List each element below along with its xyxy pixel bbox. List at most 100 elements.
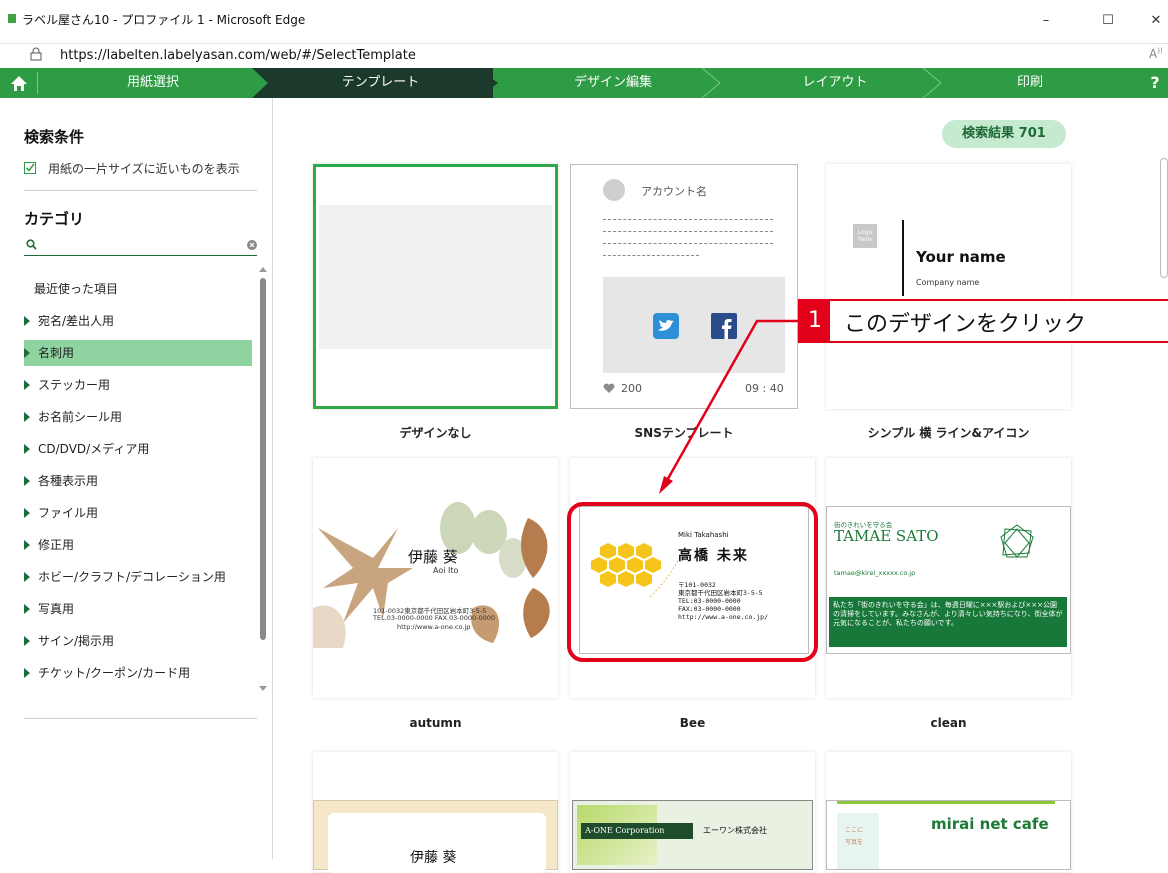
result-count-badge: 検索結果 701 (942, 120, 1066, 148)
address-bar[interactable]: https://labelten.labelyasan.com/web/#/Se… (0, 44, 1168, 68)
step-layout[interactable]: レイアウト (720, 68, 950, 98)
category-item[interactable]: 修正用 (24, 532, 252, 558)
lock-icon[interactable] (30, 47, 42, 61)
template-caption: autumn (409, 716, 462, 730)
read-aloud-icon[interactable]: A)) (1149, 47, 1163, 61)
window-title: ラベル屋さん10 - プロファイル 1 - Microsoft Edge (22, 13, 306, 27)
window-titlebar: ラベル屋さん10 - プロファイル 1 - Microsoft Edge – ☐… (0, 0, 1168, 44)
scrollbar-thumb[interactable] (260, 278, 266, 640)
card-name: Your name (916, 248, 1006, 266)
category-search-input[interactable] (24, 236, 257, 256)
scroll-down-icon[interactable] (259, 686, 267, 692)
category-item[interactable]: サイン/掲示用 (24, 628, 252, 654)
template-caption: シンプル 横 ライン&アイコン (867, 426, 1030, 440)
close-button[interactable]: ✕ (1141, 8, 1168, 34)
callout-arrow (659, 319, 805, 494)
blank-card-preview (319, 205, 552, 349)
template-card-autumn[interactable]: 伊藤 葵 Aoi Ito 101-0032東京都千代田区岩本町3-5-5 TEL… (313, 458, 558, 698)
category-heading: カテゴリ (24, 210, 85, 228)
category-item[interactable]: お名前シール用 (24, 404, 252, 430)
card-description: 私たち「街のきれいを守る会」は、毎週日曜に×××駅および×××公園の清掃をしてい… (829, 597, 1067, 647)
category-item[interactable]: チケット/クーポン/カード用 (24, 660, 252, 686)
account-name: アカウント名 (641, 185, 707, 198)
card-shop-name: mirai net cafe (931, 815, 1049, 833)
card-url: http://www.a-one.co.jp (397, 623, 471, 631)
paper-size-checkbox[interactable]: 用紙の一片サイズに近いものを表示 (24, 160, 264, 178)
template-card[interactable]: 伊藤 葵 (313, 752, 558, 873)
template-card-no-design[interactable] (313, 164, 558, 409)
divider (603, 243, 773, 244)
template-card[interactable]: ここに 写真を mirai net cafe (826, 752, 1071, 872)
callout-text: このデザインをクリック (844, 312, 1087, 337)
step-arrow-icon (478, 68, 498, 98)
maximize-button[interactable]: ☐ (1093, 8, 1123, 34)
divider (603, 231, 773, 232)
search-icon (26, 239, 37, 250)
home-icon (11, 76, 27, 91)
template-caption: デザインなし (399, 426, 472, 440)
minimize-button[interactable]: – (1031, 8, 1061, 34)
step-navigation: 用紙選択 テンプレート デザイン編集 レイアウト 印刷 ? (0, 68, 1168, 98)
template-caption: clean (930, 716, 967, 730)
clean-card-preview: 街のきれいを守る会 TAMAE SATO tamae@kirei_xxxxx.c… (826, 506, 1071, 654)
category-item[interactable]: CD/DVD/メディア用 (24, 436, 252, 462)
category-item[interactable]: 写真用 (24, 596, 252, 622)
clear-search-icon[interactable] (247, 240, 257, 250)
step-print[interactable]: 印刷 (940, 68, 1120, 98)
card-romaji: Aoi Ito (433, 566, 459, 575)
template-caption: Bee (679, 716, 706, 730)
card-name: TAMAE SATO (834, 527, 939, 545)
callout-step-number: 1 (800, 301, 830, 341)
accent-line (837, 801, 1055, 804)
card-preview: A-ONE Corporation エーワン株式会社 (572, 800, 813, 870)
step-paper-select[interactable]: 用紙選択 (38, 68, 268, 98)
gallery-scrollbar[interactable] (1160, 158, 1168, 278)
category-item[interactable]: ファイル用 (24, 500, 252, 526)
likes-count: 200 (621, 382, 642, 395)
home-button[interactable] (0, 68, 38, 98)
step-design-edit[interactable]: デザイン編集 (498, 68, 728, 98)
card-preview: ここに 写真を mirai net cafe (826, 800, 1071, 870)
card-company: Company name (916, 278, 980, 287)
avatar-icon (603, 179, 625, 201)
photo-placeholder: ここに 写真を (837, 813, 879, 869)
step-arrow-icon (252, 68, 272, 98)
category-item[interactable]: 各種表示用 (24, 468, 252, 494)
card-email: tamae@kirei_xxxxx.co.jp (834, 569, 916, 577)
geometric-logo-icon (1000, 524, 1034, 558)
card-preview: 伊藤 葵 (313, 800, 558, 873)
scroll-up-icon[interactable] (259, 266, 267, 272)
recent-items[interactable]: 最近使った項目 (34, 276, 262, 302)
divider (603, 255, 699, 256)
card-corp-name: A-ONE Corporation (581, 823, 693, 839)
highlight-frame (567, 502, 818, 662)
divider (24, 718, 257, 719)
instruction-callout: 1 このデザインをクリック (798, 299, 1168, 343)
heart-icon (603, 383, 615, 393)
step-template[interactable]: テンプレート (268, 68, 493, 98)
step-arrow-icon (701, 68, 720, 98)
template-card[interactable]: A-ONE Corporation エーワン株式会社 (570, 752, 815, 872)
template-card-simple[interactable]: Logo here Your name Company name (826, 164, 1071, 409)
card-name: 伊藤 葵 (408, 548, 458, 566)
category-item[interactable]: ステッカー用 (24, 372, 252, 398)
divider (603, 219, 773, 220)
divider (24, 190, 257, 191)
search-conditions-heading: 検索条件 (24, 128, 85, 146)
template-card-clean[interactable]: 街のきれいを守る会 TAMAE SATO tamae@kirei_xxxxx.c… (826, 458, 1071, 698)
category-item[interactable]: 宛名/差出人用 (24, 308, 252, 334)
category-scrollbar[interactable] (258, 266, 268, 696)
app-logo-icon (8, 14, 16, 23)
category-item-selected[interactable]: 名刺用 (24, 340, 252, 366)
step-arrow-icon (922, 68, 941, 98)
card-phone: TEL.03-0000-0000 FAX.03-0000-0000 (373, 614, 496, 622)
divider (902, 220, 904, 296)
category-item[interactable]: ホビー/クラフト/デコレーション用 (24, 564, 252, 590)
logo-placeholder: Logo here (853, 224, 877, 248)
category-list[interactable]: 最近使った項目 宛名/差出人用 名刺用 ステッカー用 お名前シール用 CD/DV… (8, 274, 273, 709)
help-button[interactable]: ? (1142, 68, 1168, 98)
card-name: 伊藤 葵 (410, 850, 457, 866)
url-text[interactable]: https://labelten.labelyasan.com/web/#/Se… (60, 48, 416, 63)
paper-size-label: 用紙の一片サイズに近いものを表示 (48, 162, 240, 176)
list-fade (24, 694, 252, 709)
